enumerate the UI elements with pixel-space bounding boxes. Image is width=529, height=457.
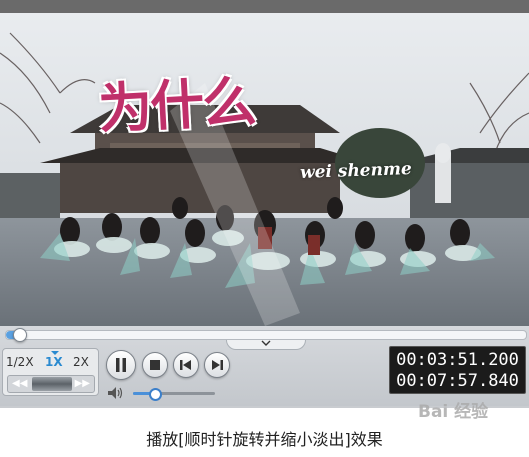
rewind-icon[interactable]: ◀◀ (12, 377, 27, 391)
speed-normal-button[interactable]: 1X (45, 355, 63, 369)
volume-slider[interactable] (133, 388, 215, 401)
fast-forward-icon[interactable]: ▶▶ (75, 377, 90, 391)
caption-text: 播放[顺时针旋转并缩小淡出]效果 (146, 430, 383, 449)
player-controls: 1/2X 1X 2X ◀◀ ▶▶ 00:03:51.200 00:07:57.8… (0, 326, 529, 406)
jog-wheel[interactable] (32, 377, 72, 391)
current-time: 00:03:51.200 (396, 350, 519, 370)
video-scene (0, 13, 529, 326)
time-display: 00:03:51.200 00:07:57.840 (389, 346, 526, 394)
volume-handle[interactable] (148, 388, 162, 401)
pause-icon (116, 358, 126, 372)
speed-double-button[interactable]: 2X (73, 355, 89, 369)
stop-button[interactable] (142, 352, 168, 378)
watermark-logo: Bai 经验 (418, 402, 489, 422)
total-time: 00:07:57.840 (396, 371, 519, 391)
jog-shuttle[interactable]: ◀◀ ▶▶ (7, 375, 95, 393)
video-title-overlay: 为什么 (96, 69, 256, 142)
collapse-toggle[interactable] (226, 340, 306, 350)
step-forward-icon (212, 360, 223, 370)
chevron-down-icon (261, 340, 271, 346)
stop-icon (150, 360, 160, 370)
speed-half-button[interactable]: 1/2X (6, 355, 34, 369)
video-frame[interactable]: 为什么 wei shenme (0, 13, 529, 326)
volume-icon[interactable] (107, 386, 125, 400)
window-top-bar (0, 0, 529, 13)
seek-bar[interactable] (5, 328, 527, 342)
speed-panel: 1/2X 1X 2X ◀◀ ▶▶ (2, 348, 99, 396)
seek-handle[interactable] (13, 328, 27, 342)
step-back-icon (180, 360, 191, 370)
next-frame-button[interactable] (204, 352, 230, 378)
pause-button[interactable] (106, 350, 136, 380)
previous-frame-button[interactable] (173, 352, 199, 378)
video-subtitle-overlay: wei shenme (299, 159, 413, 183)
